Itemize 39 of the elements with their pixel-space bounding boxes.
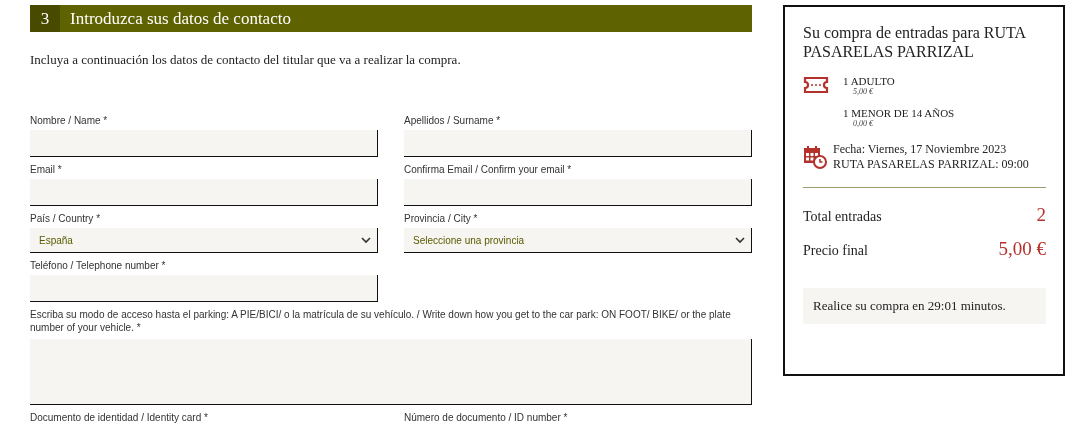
timer-notice: Realice su compra en 29:01 minutos. bbox=[803, 288, 1046, 324]
input-field[interactable] bbox=[30, 179, 378, 206]
select-field[interactable]: Seleccione una provincia bbox=[404, 228, 752, 253]
field-label: Email * bbox=[30, 163, 63, 176]
select-value: España bbox=[39, 234, 73, 246]
ticket-name: 1 ADULTO bbox=[843, 75, 895, 87]
input-field[interactable] bbox=[30, 130, 378, 157]
ticket-icon bbox=[803, 75, 829, 95]
input-field[interactable] bbox=[30, 275, 378, 302]
ticket-price: 0,00 € bbox=[852, 119, 875, 128]
field-label: Documento de identidad / Identity card * bbox=[30, 411, 209, 424]
calendar-clock-icon bbox=[803, 145, 827, 169]
section-title: Introduzca sus datos de contacto bbox=[69, 8, 291, 29]
total-value: 5,00 € bbox=[998, 238, 1046, 260]
field-label: Escriba su modo de acceso hasta el parking: A PIE/BICI/ o la matrícula de su vehículo. / Write down how you get to the car park: ON FOOT/ BIKE/ or the plate number of your vehicle. * bbox=[30, 308, 732, 334]
total-label: Precio final bbox=[803, 243, 868, 259]
select-value: Seleccione una provincia bbox=[413, 234, 525, 246]
field-label: Apellidos / Surname * bbox=[404, 114, 502, 127]
chevron-down-icon bbox=[361, 236, 371, 244]
field-label: País / Country * bbox=[30, 212, 102, 225]
step-number: 3 bbox=[30, 5, 60, 32]
field-label: Teléfono / Telephone number * bbox=[30, 259, 167, 272]
select-field[interactable]: España bbox=[30, 228, 378, 253]
intro-text: Incluya a continuación los datos de contacto del titular que va a realizar la compra. bbox=[30, 52, 462, 68]
summary-title: Su compra de entradas para RUTA PASARELAS PARRIZAL bbox=[803, 23, 1027, 61]
total-value: 2 bbox=[1036, 204, 1046, 226]
total-label: Total entradas bbox=[803, 209, 882, 225]
input-field[interactable] bbox=[404, 179, 752, 206]
date-text: Fecha: Viernes, 17 Noviembre 2023 bbox=[833, 142, 1008, 157]
ticket-name: 1 MENOR DE 14 AÑOS bbox=[843, 107, 955, 119]
ticket-price: 5,00 € bbox=[852, 87, 875, 96]
field-label: Confirma Email / Confirm your email * bbox=[404, 163, 573, 176]
field-label: Provincia / City * bbox=[404, 212, 479, 225]
textarea-field[interactable] bbox=[30, 339, 752, 405]
session-text: RUTA PASARELAS PARRIZAL: 09:00 bbox=[833, 157, 1029, 172]
field-label: Número de documento / ID number * bbox=[404, 411, 569, 424]
input-field[interactable] bbox=[404, 130, 752, 157]
field-label: Nombre / Name * bbox=[30, 114, 109, 127]
chevron-down-icon bbox=[735, 236, 745, 244]
